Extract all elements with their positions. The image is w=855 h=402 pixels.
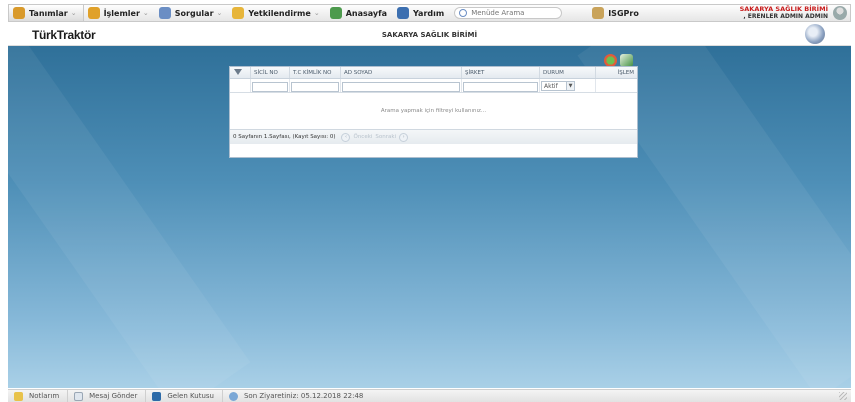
menu-item-islemler[interactable]: İşlemler ⌄ [84,5,155,21]
send-message-label: Mesaj Gönder [89,392,138,400]
status-bar: Notlarım Mesaj Gönder Gelen Kutusu Son Z… [8,389,851,402]
chevron-down-icon: ▼ [566,82,574,90]
inbox-button[interactable]: Gelen Kutusu [146,390,223,402]
filter-icon [234,69,242,75]
top-menu-bar: Tanımlar ⌄ İşlemler ⌄ Sorgular ⌄ Yetkile… [8,4,851,22]
tc-kimlik-no-filter-input[interactable] [291,81,339,92]
filter-cell: Aktif ▼ [540,79,596,92]
user-name: , ERENLER ADMIN ADMIN [743,13,828,20]
filter-spacer [596,79,637,92]
menu-item-yardim[interactable]: Yardım [393,5,450,21]
workspace: SİCİL NO T.C KİMLİK NO AD SOYAD ŞİRKET D… [8,46,851,388]
app-header: TürkTraktör SAKARYA SAĞLIK BİRİMİ [8,24,851,46]
menu-search-input[interactable] [471,9,552,17]
grid-filter-row: Aktif ▼ [230,79,637,93]
column-header-sirket[interactable]: ŞİRKET [462,67,540,78]
search-queries-icon [158,7,171,19]
filter-spacer [230,79,251,92]
durum-filter-select[interactable]: Aktif ▼ [541,81,575,91]
background-decoration [8,46,251,388]
durum-selected-value: Aktif [544,83,558,90]
menu-label: Sorgular [174,8,214,18]
authorization-icon [232,7,245,19]
filter-cell [290,79,341,92]
next-page-button[interactable]: Sonraki [375,134,396,140]
menu-item-sorgular[interactable]: Sorgular ⌄ [155,5,229,21]
sirket-filter-input[interactable] [463,81,538,92]
menu-label: Yetkilendirme [248,8,311,18]
prev-page-icon[interactable]: ‹ [341,132,351,142]
chevron-down-icon: ⌄ [313,9,320,17]
notes-icon [14,391,23,401]
clock-icon [228,391,238,401]
user-info[interactable]: SAKARYA SAĞLIK BİRİMİ , ERENLER ADMIN AD… [740,5,850,21]
sicil-no-filter-input[interactable] [252,81,288,92]
column-header-sicil-no[interactable]: SİCİL NO [251,67,290,78]
empty-message: Arama yapmak için filtreyi kullanınız... [380,108,487,114]
user-avatar-icon [833,6,847,20]
filter-cell [462,79,540,92]
home-icon [329,7,342,19]
inbox-label: Gelen Kutusu [167,392,214,400]
page-info: 0 Sayfanın 1.Sayfası, (Kayıt Sayısı: 0) [233,134,336,140]
filter-cell [341,79,462,92]
menu-label: İşlemler [103,8,140,18]
menu-label: Tanımlar [29,8,68,18]
column-header-islem: İŞLEM [617,70,634,76]
menu-search [454,7,563,19]
inbox-icon [152,391,162,401]
user-unit: SAKARYA SAĞLIK BİRİMİ [739,5,828,13]
envelope-icon [74,391,84,401]
definitions-icon [13,7,25,19]
column-header-ad-soyad[interactable]: AD SOYAD [341,67,462,78]
grid-header-row: SİCİL NO T.C KİMLİK NO AD SOYAD ŞİRKET D… [230,67,637,79]
menu-item-yetkilendirme[interactable]: Yetkilendirme ⌄ [228,5,325,21]
last-visit: Son Ziyaretiniz: 05.12.2018 22:48 [223,390,371,402]
help-icon [396,7,409,19]
resize-grip-icon[interactable] [839,392,847,400]
personnel-grid: SİCİL NO T.C KİMLİK NO AD SOYAD ŞİRKET D… [229,66,638,158]
next-page-icon[interactable]: › [399,132,409,142]
column-header-durum[interactable]: DURUM [540,67,596,78]
menu-item-isgpro[interactable]: ISGPro [588,5,645,21]
chevron-down-icon: ⌄ [216,9,223,17]
isgpro-icon [592,7,605,19]
notes-button[interactable]: Notlarım [8,390,69,402]
globe-icon[interactable] [805,24,825,44]
filter-cell [251,79,290,92]
search-icon [459,9,468,17]
column-header-tc-kimlik-no[interactable]: T.C KİMLİK NO [290,67,341,78]
menu-label: Yardım [412,8,445,18]
chevron-down-icon: ⌄ [70,9,77,17]
menu-label: ISGPro [608,8,639,18]
menu-label: Anasayfa [345,8,387,18]
ad-soyad-filter-input[interactable] [342,81,460,92]
page-title: SAKARYA SAĞLIK BİRİMİ [381,31,478,39]
menu-item-tanimlar[interactable]: Tanımlar ⌄ [9,5,84,21]
prev-page-button[interactable]: Önceki [353,134,372,140]
grid-pager: 0 Sayfanın 1.Sayfası, (Kayıt Sayısı: 0) … [230,129,637,144]
notes-label: Notlarım [29,392,60,400]
last-visit-text: Son Ziyaretiniz: 05.12.2018 22:48 [243,392,364,400]
operations-icon [87,7,100,19]
menu-item-anasayfa[interactable]: Anasayfa [326,5,393,21]
pager-controls: ‹ Önceki Sonraki › [341,132,409,142]
send-message-button[interactable]: Mesaj Gönder [68,390,147,402]
chevron-down-icon: ⌄ [142,9,149,17]
filter-column-header[interactable] [230,67,251,78]
